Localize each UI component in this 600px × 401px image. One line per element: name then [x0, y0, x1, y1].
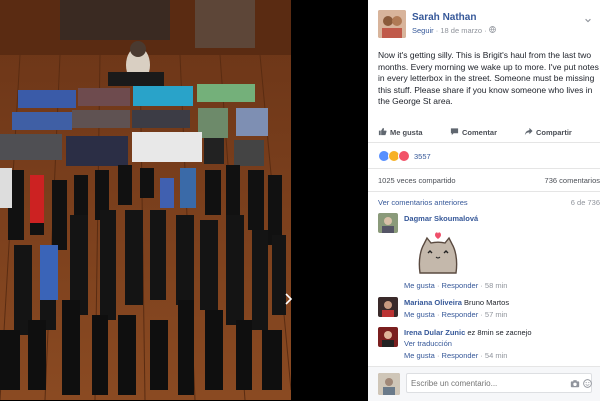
comment-time[interactable]: 58 min — [485, 281, 508, 290]
post-photo — [0, 0, 291, 400]
post-header: Sarah Nathan Seguir · 18 de marzo · — [378, 10, 598, 40]
comment-line: Mariana Oliveira Bruno Martos — [404, 298, 509, 307]
like-thumb-icon — [378, 127, 387, 138]
view-previous-comments-link[interactable]: Ver comentarios anteriores — [378, 198, 468, 207]
comment-label: Comentar — [462, 128, 498, 137]
comment-button[interactable]: Comentar — [450, 127, 497, 138]
comment-like-link[interactable]: Me gusta — [404, 281, 435, 290]
commenter-avatar[interactable] — [378, 327, 398, 347]
share-button[interactable]: Compartir — [524, 127, 572, 138]
comment-item: Dagmar Skoumalová Me gusta · Responder ·… — [378, 213, 600, 293]
comment-time[interactable]: 54 min — [485, 351, 508, 360]
comment-like-link[interactable]: Me gusta — [404, 310, 435, 319]
viewer-avatar — [378, 373, 400, 395]
comment-time[interactable]: 57 min — [485, 310, 508, 319]
divider — [368, 168, 600, 169]
commenter-name[interactable]: Dagmar Skoumalová — [404, 214, 478, 223]
comment-meta: Me gusta · Responder · 58 min — [404, 281, 508, 290]
post-actions: Me gusta Comentar Compartir — [378, 125, 596, 141]
comment-input[interactable] — [406, 373, 592, 393]
comment-reply-link[interactable]: Responder — [442, 281, 479, 290]
comment-meta: Me gusta · Responder · 57 min — [404, 310, 508, 319]
smiley-icon[interactable] — [583, 379, 592, 390]
comment-text: ez 8min se zacnejo — [467, 328, 532, 337]
translate-link[interactable]: Ver traducción — [404, 339, 452, 348]
comment-item: Irena Dular Zunic ez 8min se zacnejo Ver… — [378, 327, 600, 365]
comment-text[interactable]: Bruno Martos — [464, 298, 509, 307]
comment-bubble-icon — [450, 127, 459, 138]
commenter-avatar[interactable] — [378, 297, 398, 317]
more-icon[interactable] — [584, 16, 592, 26]
share-label: Compartir — [536, 128, 572, 137]
like-button[interactable]: Me gusta — [378, 127, 423, 138]
comment-reply-link[interactable]: Responder — [442, 351, 479, 360]
photo-viewer — [0, 0, 368, 400]
post-meta: Seguir · 18 de marzo · — [412, 26, 496, 35]
next-arrow-icon[interactable] — [284, 292, 294, 306]
comment-meta: Me gusta · Responder · 54 min — [404, 351, 508, 360]
camera-icon[interactable] — [570, 379, 580, 390]
comments-shown-count: 6 de 736 — [570, 198, 600, 207]
comment-item: Mariana Oliveira Bruno Martos Me gusta ·… — [378, 297, 600, 323]
comment-meta: Ver traducción — [404, 339, 452, 348]
comment-line: Irena Dular Zunic ez 8min se zacnejo — [404, 328, 532, 337]
commenter-name[interactable]: Mariana Oliveira — [404, 298, 462, 307]
author-name[interactable]: Sarah Nathan — [412, 12, 476, 23]
reaction-count: 3557 — [414, 151, 431, 161]
comment-count[interactable]: 736 comentarios — [545, 176, 600, 185]
share-count[interactable]: 1025 veces compartido — [378, 176, 456, 185]
love-reaction-icon — [398, 150, 410, 162]
globe-icon — [488, 26, 496, 35]
photo-image — [0, 0, 291, 400]
reactions-summary[interactable]: 3557 — [378, 150, 431, 162]
divider — [368, 191, 600, 192]
comment-reply-link[interactable]: Responder — [442, 310, 479, 319]
post-date[interactable]: 18 de marzo — [440, 26, 482, 35]
commenter-name[interactable]: Irena Dular Zunic — [404, 328, 465, 337]
like-label: Me gusta — [390, 128, 423, 137]
commenter-avatar[interactable] — [378, 213, 398, 233]
comment-like-link[interactable]: Me gusta — [404, 351, 435, 360]
post-sidebar: Sarah Nathan Seguir · 18 de marzo · Now … — [368, 0, 600, 401]
divider — [368, 142, 600, 143]
share-arrow-icon — [524, 127, 533, 138]
cat-sticker — [414, 229, 462, 277]
post-text: Now it's getting silly. This is Brigit's… — [378, 50, 599, 107]
author-avatar[interactable] — [378, 10, 406, 38]
follow-link[interactable]: Seguir — [412, 26, 434, 35]
comment-composer — [368, 366, 600, 401]
